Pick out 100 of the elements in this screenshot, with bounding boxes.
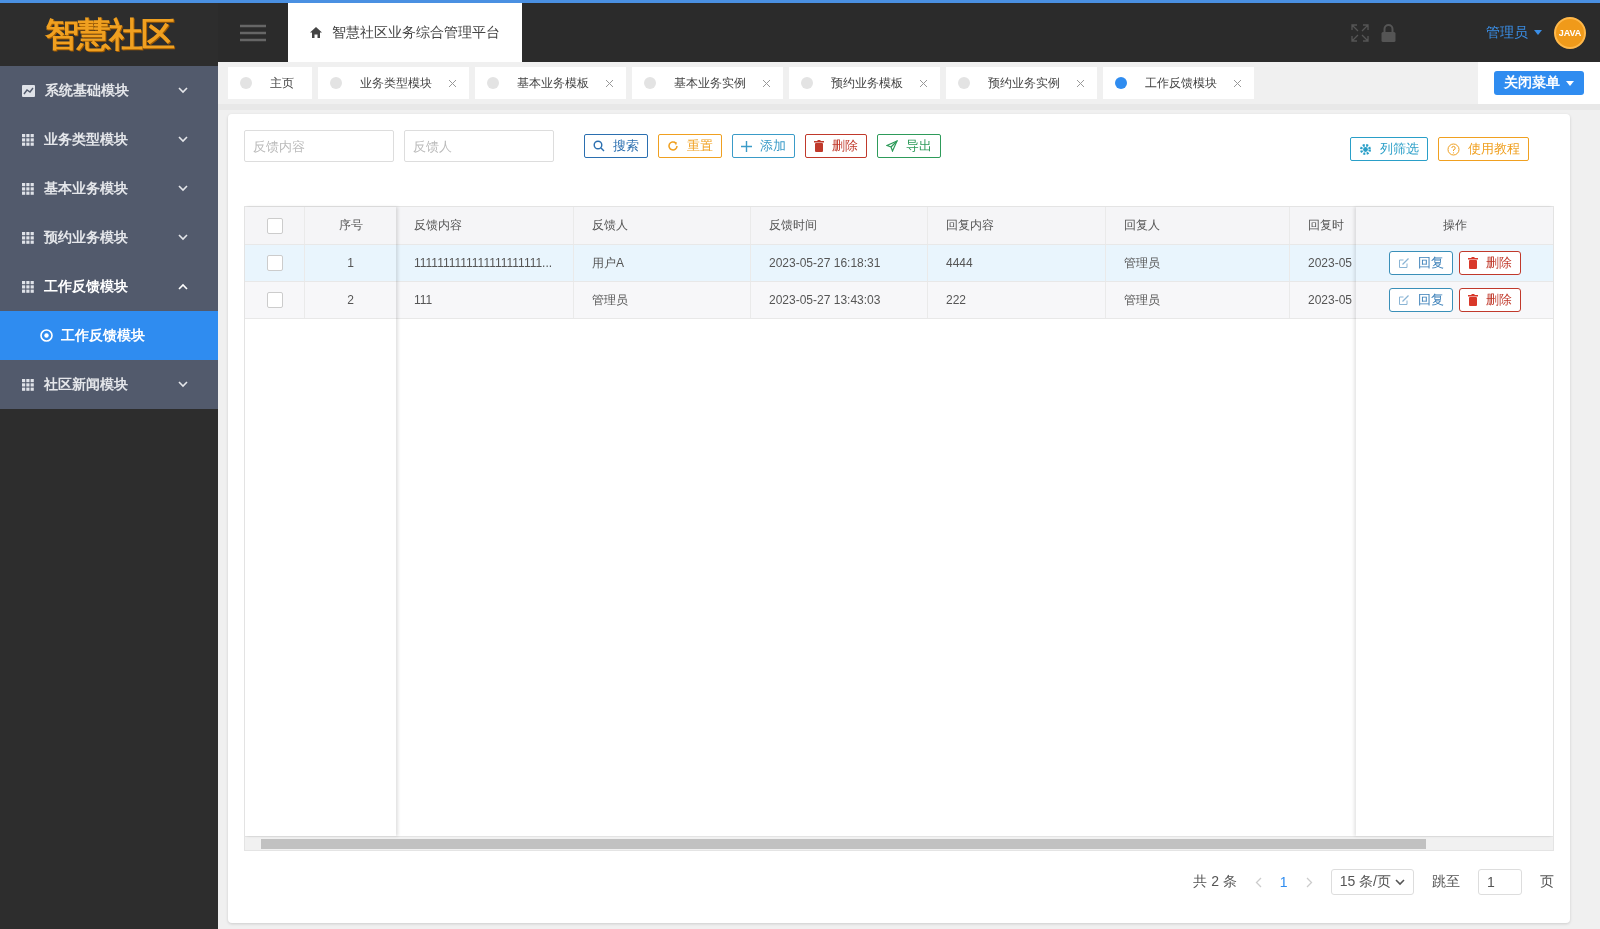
chevron-down-icon <box>178 185 188 192</box>
tab[interactable]: 基本业务模板 <box>475 67 626 99</box>
aperture-icon <box>40 329 53 342</box>
grid-icon <box>22 133 34 146</box>
delete-button[interactable]: 删除 <box>1458 251 1521 275</box>
table-cell: 2023-05-27 16:18:31 <box>751 245 928 281</box>
sidebar-item[interactable]: 业务类型模块 <box>0 115 218 164</box>
delete-button[interactable]: 删除 <box>805 134 867 158</box>
sidebar-item[interactable]: 社区新闻模块 <box>0 360 218 409</box>
caret-icon <box>1534 30 1542 35</box>
table-cell: 111 <box>396 282 574 318</box>
home-icon <box>310 27 322 38</box>
tab[interactable]: 预约业务实例 <box>946 67 1097 99</box>
caret-icon <box>1566 80 1574 86</box>
table-cell: 管理员 <box>1106 282 1290 318</box>
grid-icon <box>22 231 34 244</box>
add-button[interactable]: 添加 <box>732 134 795 158</box>
lock-icon[interactable] <box>1381 23 1396 42</box>
sidebar-subitem[interactable]: 工作反馈模块 <box>0 311 218 360</box>
chevron-down-icon <box>178 234 188 241</box>
tab[interactable]: 基本业务实例 <box>632 67 783 99</box>
close-icon[interactable] <box>1233 78 1242 88</box>
export-button[interactable]: 导出 <box>877 134 941 158</box>
checkbox[interactable] <box>266 255 283 271</box>
paper-plane-icon <box>886 140 898 152</box>
tab[interactable]: 业务类型模块 <box>318 67 469 99</box>
grid-icon <box>22 182 34 195</box>
close-icon[interactable] <box>919 78 928 88</box>
reply-button[interactable]: 回复 <box>1388 288 1453 312</box>
grid-icon <box>22 280 34 293</box>
goto-label: 跳至 <box>1432 873 1460 891</box>
menu-icon[interactable] <box>240 23 266 42</box>
edit-icon <box>1397 294 1410 306</box>
search-icon <box>593 140 605 152</box>
table-row[interactable]: 2 <box>245 282 396 319</box>
checkbox[interactable] <box>266 292 283 308</box>
horizontal-scrollbar[interactable] <box>245 836 1553 850</box>
trash-icon <box>814 140 824 152</box>
column-header: 回复人 <box>1106 207 1290 244</box>
tab[interactable]: 预约业务模板 <box>789 67 940 99</box>
table-cell-text: 1 <box>346 255 355 272</box>
page-suffix: 页 <box>1540 873 1554 891</box>
chevron-right-icon[interactable] <box>1305 876 1313 888</box>
table-cell-text: 2023-05 <box>1307 292 1354 309</box>
column-header: 反馈时间 <box>751 207 928 244</box>
chevron-left-icon[interactable] <box>1254 876 1262 888</box>
logo: 智慧社区 <box>44 13 175 55</box>
filter-field[interactable]: 反馈人 <box>404 130 554 162</box>
table-cell-text: 2023-05 <box>1307 255 1354 272</box>
platform-title: 智慧社区业务综合管理平台 <box>332 23 500 42</box>
grid-icon <box>22 378 34 391</box>
column-header: 回复时 <box>1307 217 1345 234</box>
table-cell: 管理员 <box>1106 245 1290 281</box>
user-menu[interactable]: 管理员 <box>1486 3 1542 62</box>
sidebar-item[interactable]: 系统基础模块 <box>0 66 218 115</box>
gear-icon <box>1359 142 1372 156</box>
close-icon[interactable] <box>1076 78 1085 88</box>
platform-tab[interactable]: 智慧社区业务综合管理平台 <box>288 3 522 62</box>
total-count: 共 2 条 <box>1193 873 1237 891</box>
close-icon[interactable] <box>762 78 771 88</box>
table-cell: 222 <box>928 282 1106 318</box>
page-size-select[interactable]: 15 条/页 <box>1330 869 1414 895</box>
close-icon[interactable] <box>448 78 457 88</box>
fullscreen-icon[interactable] <box>1351 23 1369 42</box>
column-header: 回复内容 <box>928 207 1106 244</box>
table-cell: 4444 <box>928 245 1106 281</box>
refresh-icon <box>667 140 679 152</box>
plus-icon <box>741 140 752 152</box>
close-menu-button[interactable]: 关闭菜单 <box>1494 71 1584 95</box>
page-number[interactable]: 1 <box>1279 874 1288 890</box>
close-icon[interactable] <box>605 78 614 88</box>
sidebar-item[interactable]: 预约业务模块 <box>0 213 218 262</box>
edit-icon <box>1397 257 1410 269</box>
chevron-down-icon <box>178 381 188 388</box>
column-header: 操作 <box>1441 217 1468 234</box>
filter-field[interactable]: 反馈内容 <box>244 130 394 162</box>
question-icon <box>1447 142 1460 156</box>
chevron-down-icon <box>178 136 188 143</box>
delete-button[interactable]: 删除 <box>1458 288 1521 312</box>
trash-icon <box>1467 257 1478 269</box>
chevron-down-icon <box>178 87 188 94</box>
table-cell-text: 2 <box>346 292 355 309</box>
reply-button[interactable]: 回复 <box>1388 251 1453 275</box>
trash-icon <box>1467 294 1478 306</box>
table-cell: 用户A <box>574 245 751 281</box>
column-header: 反馈人 <box>574 207 751 244</box>
table-row[interactable]: 1 <box>245 245 396 282</box>
search-button[interactable]: 搜索 <box>584 134 648 158</box>
table-cell: 1111111111111111111111... <box>396 245 574 281</box>
sidebar-item[interactable]: 工作反馈模块 <box>0 262 218 311</box>
goto-page-field[interactable]: 1 <box>1478 869 1522 895</box>
table-cell: 管理员 <box>574 282 751 318</box>
tab[interactable]: 主页 <box>228 67 312 99</box>
column-header: 反馈内容 <box>396 207 574 244</box>
tab[interactable]: 工作反馈模块 <box>1103 67 1254 99</box>
table-cell: 2023-05-27 13:43:03 <box>751 282 928 318</box>
checkbox[interactable] <box>266 217 283 234</box>
sidebar-item[interactable]: 基本业务模块 <box>0 164 218 213</box>
columns-button[interactable]: 列筛选 <box>1350 137 1428 161</box>
column-header: 序号 <box>337 217 364 234</box>
